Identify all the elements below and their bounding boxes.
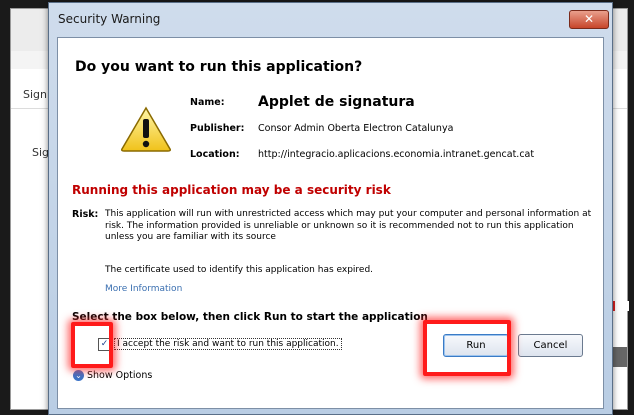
dialog-titlebar[interactable]: Security Warning ✕ [49, 3, 612, 37]
accept-risk-label[interactable]: I accept the risk and want to run this a… [114, 338, 342, 350]
dialog-heading: Do you want to run this application? [75, 59, 363, 75]
close-button[interactable]: ✕ [569, 10, 609, 29]
background-sign-label: Sign [23, 88, 47, 101]
background-edge-marker [613, 301, 629, 311]
cancel-button[interactable]: Cancel [518, 334, 583, 357]
security-warning-dialog: Security Warning ✕ Do you want to run th… [48, 2, 613, 415]
show-options-toggle[interactable]: ⌄ Show Options [73, 370, 152, 381]
run-button-highlight-box [423, 320, 511, 376]
publisher-label: Publisher: [190, 123, 245, 134]
dialog-content: Do you want to run this application? Nam… [57, 37, 604, 409]
background-scroll-edge [613, 347, 627, 367]
dialog-title: Security Warning [58, 12, 161, 26]
background-sign-label-2: Sig [32, 146, 50, 159]
show-options-label: Show Options [87, 370, 153, 381]
name-value: Applet de signatura [258, 94, 415, 110]
certificate-message: The certificate used to identify this ap… [105, 265, 374, 275]
location-label: Location: [190, 149, 240, 160]
risk-description: This application will run with unrestric… [105, 209, 592, 242]
name-label: Name: [190, 97, 225, 108]
instruction-text: Select the box below, then click Run to … [72, 311, 428, 323]
warning-icon [121, 106, 171, 152]
checkbox-highlight-box [71, 322, 113, 368]
chevron-down-icon: ⌄ [73, 370, 84, 381]
location-value: http://integracio.aplicacions.economia.i… [258, 149, 535, 160]
risk-label: Risk: [72, 209, 99, 220]
risk-title: Running this application may be a securi… [72, 183, 391, 197]
more-information-link[interactable]: More Information [105, 284, 182, 294]
publisher-value: Consor Admin Oberta Electron Catalunya [258, 123, 454, 134]
